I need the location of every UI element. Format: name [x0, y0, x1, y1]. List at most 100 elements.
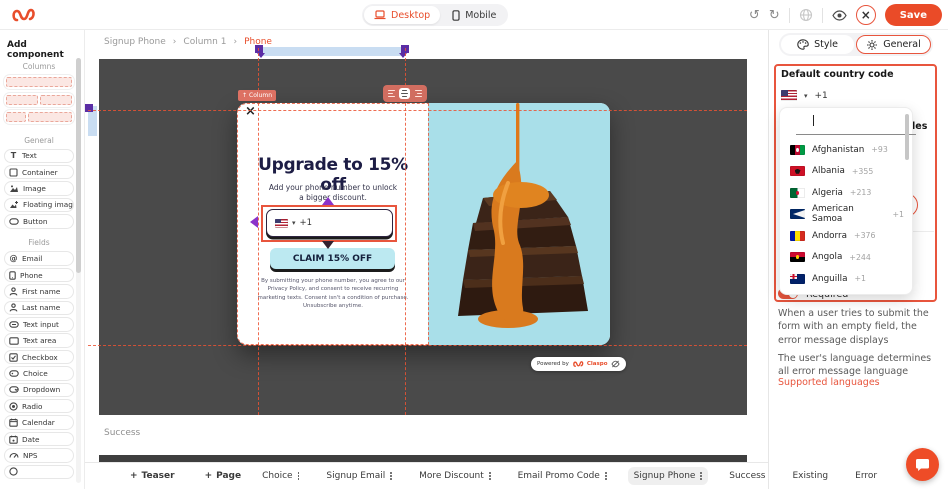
kebab-menu-icon[interactable] [488, 472, 491, 481]
redo-icon[interactable]: ↻ [769, 9, 780, 22]
add-teaser-button[interactable]: +Teaser [130, 471, 175, 481]
popup-close-icon[interactable]: × [245, 104, 256, 119]
up-arrow-icon: ↑ [242, 92, 247, 99]
align-top-icon[interactable] [386, 88, 397, 99]
align-middle-icon[interactable] [399, 88, 410, 99]
kebab-menu-icon[interactable] [699, 472, 702, 481]
chat-widget-button[interactable] [906, 448, 939, 481]
component-label: Date [22, 435, 39, 444]
page-tab-email-promo-code[interactable]: Email Promo Code [512, 467, 613, 485]
dropdown-scrollbar-thumb[interactable] [905, 114, 909, 160]
floating-image-icon [9, 200, 19, 209]
field-first-name[interactable]: First name [4, 284, 74, 299]
country-option[interactable]: Afghanistan+93 [790, 139, 904, 161]
field-calendar[interactable]: Calendar [4, 415, 74, 430]
kebab-menu-icon[interactable] [389, 472, 392, 481]
globe-icon[interactable] [799, 8, 813, 22]
breadcrumb-item[interactable]: Signup Phone [104, 37, 166, 47]
country-option[interactable]: Angola+244 [790, 247, 904, 269]
undo-icon[interactable]: ↺ [749, 9, 760, 22]
supported-languages-link[interactable]: Supported languages [778, 377, 880, 388]
breadcrumb-item[interactable]: Column 1 [183, 37, 226, 47]
mobile-toggle-button[interactable]: Mobile [442, 6, 506, 24]
tab-style[interactable]: Style [781, 35, 854, 54]
field-choice[interactable]: Choice [4, 366, 74, 381]
component-text[interactable]: TText [4, 149, 74, 164]
breadcrumb-item-active[interactable]: Phone [244, 37, 272, 47]
drag-handle-left[interactable] [250, 216, 258, 228]
add-page-button[interactable]: +Page [205, 471, 242, 481]
component-image[interactable]: Image [4, 181, 74, 196]
field-phone[interactable]: Phone [4, 268, 74, 283]
field-email[interactable]: @Email [4, 251, 74, 266]
popup-cta-button[interactable]: CLAIM 15% OFF [270, 248, 395, 269]
country-select[interactable]: ▾ +1 [781, 90, 828, 101]
required-help-text: When a user tries to submit the form wit… [778, 307, 938, 347]
page-tab-signup-phone[interactable]: Signup Phone [628, 467, 709, 485]
drag-handle-top[interactable] [322, 197, 334, 205]
preview-eye-icon[interactable] [832, 10, 847, 21]
field-text-area[interactable]: Text area [4, 333, 74, 348]
popup-legal-text: By submitting your phone number, you agr… [255, 277, 411, 310]
component-button[interactable]: Button [4, 214, 74, 229]
page-tab-existing[interactable]: Existing [786, 467, 834, 485]
popup-image-panel[interactable] [428, 103, 610, 345]
column-layout-3[interactable] [4, 110, 74, 124]
privacy-policy-link[interactable]: Privacy Policy [268, 286, 305, 292]
powered-by-label: Powered by [537, 361, 569, 367]
powered-by-badge[interactable]: Powered by Claspo [531, 357, 626, 371]
save-button[interactable]: Save [885, 4, 942, 26]
toolbar-divider [789, 8, 790, 23]
next-page-label[interactable]: Success [104, 428, 140, 438]
drag-handle-bottom[interactable] [322, 241, 334, 249]
container-icon [9, 168, 18, 177]
country-option[interactable]: Anguilla+1 [790, 268, 904, 290]
field-dropdown[interactable]: Dropdown [4, 383, 74, 398]
component-container[interactable]: Container [4, 165, 74, 180]
page-tab-more-discount[interactable]: More Discount [413, 467, 496, 485]
country-code: +376 [854, 231, 875, 240]
sidebar-scrollbar-thumb[interactable] [76, 58, 81, 273]
field-text-input[interactable]: Text input [4, 317, 74, 332]
country-code: +1 [893, 210, 905, 219]
kebab-menu-icon[interactable] [604, 472, 607, 481]
column-badge[interactable]: ↑ Column [238, 90, 276, 101]
country-option[interactable]: Albania+355 [790, 161, 904, 183]
country-search-input[interactable] [796, 119, 916, 135]
page-tab-success[interactable]: Success [723, 467, 771, 485]
column-layout-1[interactable] [4, 75, 74, 89]
claspo-logo-icon[interactable] [10, 6, 36, 24]
page-tab-signup-email[interactable]: Signup Email [320, 467, 398, 485]
component-floating-image[interactable]: Floating image [4, 198, 74, 213]
angola-flag-icon [790, 252, 805, 262]
selection-width-guide [258, 47, 406, 56]
claspo-logo-icon [572, 360, 584, 368]
albania-flag-icon [790, 166, 805, 176]
align-bottom-icon[interactable] [413, 88, 424, 99]
field-last-name[interactable]: Last name [4, 301, 74, 316]
popup-phone-input[interactable]: ▾ +1 [266, 209, 393, 237]
close-editor-button[interactable]: × [856, 5, 876, 25]
page-tab-choice[interactable]: Choice [256, 467, 305, 485]
country-option[interactable]: Algeria+213 [790, 182, 904, 204]
desktop-toggle-button[interactable]: Desktop [364, 6, 440, 24]
country-search[interactable] [790, 117, 902, 135]
dropdown-icon [9, 386, 19, 393]
plus-icon: + [205, 471, 213, 481]
field-checkbox[interactable]: Checkbox [4, 350, 74, 365]
component-label: Image [23, 184, 46, 193]
date-icon [9, 435, 18, 444]
field-partial[interactable] [4, 465, 74, 480]
field-date[interactable]: Date [4, 432, 74, 447]
field-nps[interactable]: NPS [4, 448, 74, 463]
page-tab-error[interactable]: Error [849, 467, 883, 485]
country-option[interactable]: American Samoa+1 [790, 204, 904, 226]
default-country-title: Default country code [781, 69, 894, 80]
field-radio[interactable]: Radio [4, 399, 74, 414]
kebab-menu-icon[interactable] [297, 472, 300, 481]
tab-general[interactable]: General [856, 35, 931, 54]
column-layout-2[interactable] [4, 93, 74, 107]
radio-icon [9, 402, 18, 411]
text-icon: T [9, 151, 18, 160]
country-option[interactable]: Andorra+376 [790, 225, 904, 247]
